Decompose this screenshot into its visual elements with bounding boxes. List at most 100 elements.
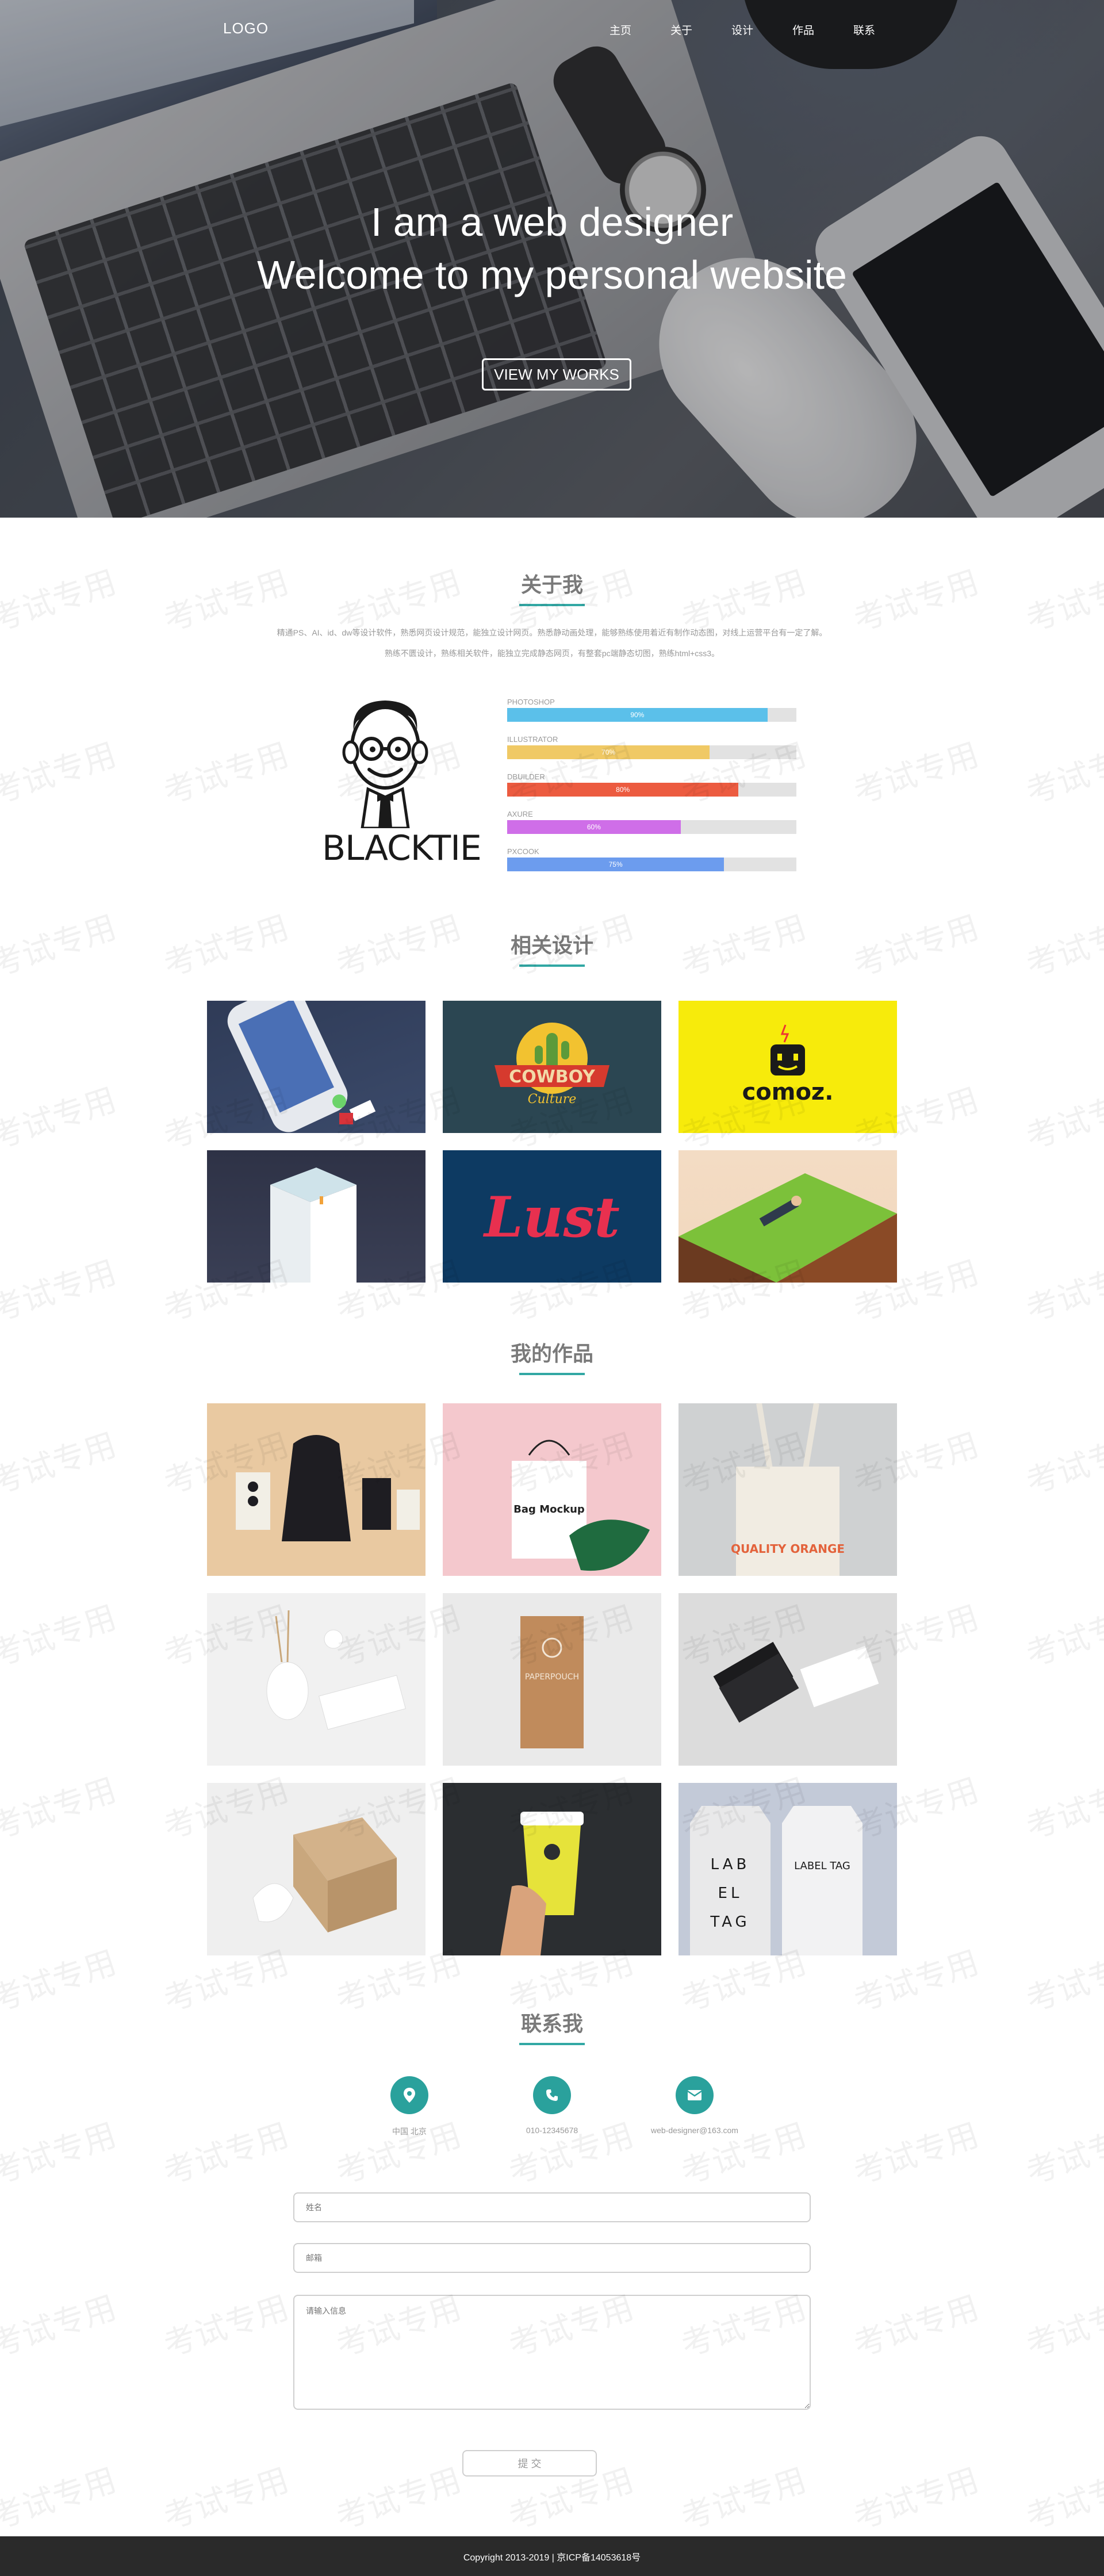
view-works-button[interactable]: VIEW MY WORKS — [482, 358, 631, 391]
about-title-underline — [519, 604, 585, 606]
skill-item: AXURE 60% — [507, 809, 796, 847]
skill-percent: 70% — [601, 748, 616, 756]
skill-track: 60% — [507, 820, 796, 834]
svg-text:QUALITY ORANGE: QUALITY ORANGE — [731, 1542, 845, 1556]
skill-percent: 90% — [630, 711, 645, 719]
bag-mockup-icon: Bag Mockup — [512, 1440, 650, 1571]
watermark-text: 考试专用 — [1021, 1771, 1104, 1847]
phone-illustration-icon — [227, 1001, 376, 1132]
nav-link-works[interactable]: 作品 — [792, 22, 853, 37]
work-item-black-pouch[interactable] — [207, 1403, 425, 1576]
watermark-text: 考试专用 — [849, 736, 984, 812]
skill-name: PXCOOK — [507, 847, 539, 856]
watermark-text: 考试专用 — [0, 1598, 121, 1674]
black-pouch-mockup-icon — [236, 1435, 420, 1541]
svg-text:TAG: TAG — [710, 1913, 750, 1931]
watermark-text: 考试专用 — [0, 736, 121, 812]
work-item-box[interactable] — [207, 1783, 425, 1955]
skill-track: 90% — [507, 708, 796, 722]
svg-text:EL: EL — [718, 1885, 743, 1902]
watermark-text: 考试专用 — [159, 2461, 294, 2537]
paper-pouch-mockup-icon: PAPERPOUCH — [520, 1616, 584, 1748]
work-item-label-tag[interactable]: LAB EL TAG LABEL TAG — [678, 1783, 897, 1955]
about-text-2: 熟练不匮设计，熟练相关软件，能独立完成静态网页，有整套pc端静态切图，熟练htm… — [384, 649, 720, 658]
works-title: 我的作品 — [510, 1342, 593, 1365]
contact-phone: 010-12345678 — [483, 2076, 621, 2135]
watermark-text: 考试专用 — [0, 1253, 121, 1329]
mail-icon — [676, 2076, 714, 2114]
watermark-text: 考试专用 — [0, 1771, 121, 1847]
skill-percent: 80% — [616, 786, 630, 794]
watermark-text: 考试专用 — [1021, 1081, 1104, 1157]
footer: Copyright 2013-2019 | 京ICP备14053618号 — [0, 2536, 1104, 2576]
work-item-vase[interactable] — [207, 1593, 425, 1766]
nav-link-about[interactable]: 关于 — [670, 22, 731, 37]
watermark-text: 考试专用 — [159, 736, 294, 812]
business-cards-mockup-icon — [713, 1641, 879, 1723]
name-field[interactable] — [293, 2192, 811, 2222]
skill-track: 75% — [507, 858, 796, 871]
watermark-text: 考试专用 — [1021, 1253, 1104, 1329]
work-item-coffee-cup[interactable] — [443, 1783, 661, 1955]
submit-button[interactable]: 提 交 — [462, 2450, 597, 2477]
contact-title-underline — [519, 2043, 585, 2045]
skill-name: AXURE — [507, 810, 533, 818]
contact-email: web-designer@163.com — [626, 2076, 764, 2135]
watermark-text: 考试专用 — [1021, 1426, 1104, 1502]
design-title-underline — [519, 964, 585, 967]
box-mockup-icon — [252, 1817, 397, 1932]
work-item-business-cards[interactable] — [678, 1593, 897, 1766]
skill-item: ILLUSTRATOR 70% — [507, 734, 796, 772]
hero-title-line2: Welcome to my personal website — [257, 252, 847, 297]
message-field[interactable] — [293, 2295, 811, 2410]
skill-percent: 60% — [586, 823, 601, 831]
email-field[interactable] — [293, 2243, 811, 2273]
footer-copyright: Copyright 2013-2019 | 京ICP备14053618号 — [463, 2552, 641, 2563]
design-item-fridge[interactable] — [207, 1150, 425, 1283]
skill-name: ILLUSTRATOR — [507, 735, 558, 744]
navbar: LOGO 主页 关于 设计 作品 联系 — [0, 0, 1104, 58]
design-item-cowboy[interactable]: COWBOY Culture — [443, 1001, 661, 1133]
nav-link-design[interactable]: 设计 — [731, 22, 792, 37]
svg-text:PAPERPOUCH: PAPERPOUCH — [525, 1672, 579, 1682]
skill-track: 70% — [507, 745, 796, 759]
design-item-comoz[interactable]: comoz. — [678, 1001, 897, 1133]
svg-text:COWBOY: COWBOY — [509, 1067, 596, 1087]
tote-bag-mockup-icon: QUALITY ORANGE — [731, 1403, 845, 1576]
coffee-cup-mockup-icon — [500, 1812, 584, 1955]
contact-location: 中国 北京 — [340, 2076, 478, 2137]
watermark-text: 考试专用 — [0, 2116, 121, 2192]
watermark-text: 考试专用 — [849, 2116, 984, 2192]
cowboy-badge-icon: COWBOY Culture — [494, 1023, 610, 1107]
phone-icon — [533, 2076, 571, 2114]
watermark-text: 考试专用 — [0, 2461, 121, 2537]
skill-item: PHOTOSHOP 90% — [507, 697, 796, 734]
watermark-text: 考试专用 — [0, 2288, 121, 2364]
logo[interactable]: LOGO — [223, 20, 269, 37]
hero-heading: I am a web designer Welcome to my person… — [0, 196, 1104, 301]
lust-lettering-icon: Lust — [482, 1185, 620, 1250]
skill-track: 80% — [507, 783, 796, 797]
svg-text:Bag Mockup: Bag Mockup — [513, 1503, 585, 1515]
svg-text:comoz.: comoz. — [742, 1079, 834, 1105]
watermark-text: 考试专用 — [1021, 2288, 1104, 2364]
nav-link-home[interactable]: 主页 — [610, 22, 670, 37]
watermark-text: 考试专用 — [849, 2461, 984, 2537]
watermark-text: 考试专用 — [1021, 736, 1104, 812]
work-item-bag-mockup[interactable]: Bag Mockup — [443, 1403, 661, 1576]
blacktie-mascot-icon — [342, 701, 428, 830]
watermark-text: 考试专用 — [159, 2116, 294, 2192]
grass-field-illustration-icon — [678, 1173, 897, 1283]
brand-name: BLACKTIE — [322, 828, 482, 868]
work-item-tote-bag[interactable]: QUALITY ORANGE — [678, 1403, 897, 1576]
skill-name: PHOTOSHOP — [507, 698, 555, 706]
design-item-field[interactable] — [678, 1150, 897, 1283]
skill-percent: 75% — [608, 860, 623, 868]
design-item-phone-isometric[interactable] — [207, 1001, 425, 1133]
work-item-paper-pouch[interactable]: PAPERPOUCH — [443, 1593, 661, 1766]
watermark-text: 考试专用 — [331, 2461, 466, 2537]
contact-email-text[interactable]: web-designer@163.com — [626, 2126, 764, 2135]
design-item-lust[interactable]: Lust — [443, 1150, 661, 1283]
hero-banner: LOGO 主页 关于 设计 作品 联系 I am a web designer … — [0, 0, 1104, 518]
nav-link-contact[interactable]: 联系 — [853, 22, 914, 37]
